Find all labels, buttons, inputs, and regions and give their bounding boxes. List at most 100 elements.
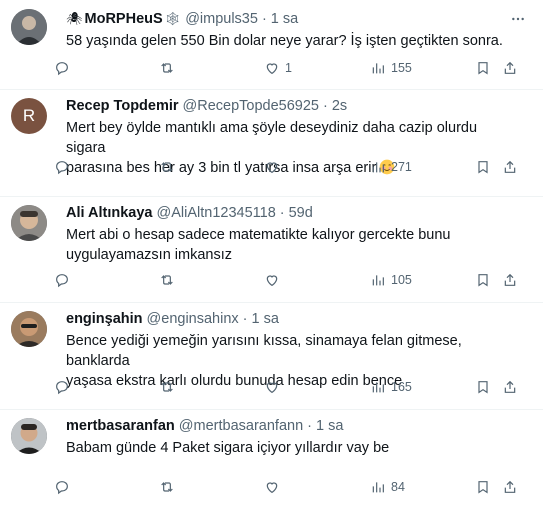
heart-icon	[266, 275, 278, 287]
avatar[interactable]	[11, 205, 47, 241]
like-button[interactable]	[264, 272, 285, 288]
bookmark-button[interactable]	[475, 379, 491, 395]
views-button[interactable]: 165	[370, 379, 412, 395]
bookmark-icon	[478, 381, 488, 394]
avatar[interactable]	[11, 418, 47, 454]
retweet-icon	[161, 275, 173, 285]
like-button[interactable]	[264, 479, 285, 495]
share-button[interactable]	[502, 60, 518, 76]
share-icon	[504, 160, 516, 173]
bookmark-button[interactable]	[475, 60, 491, 76]
like-button[interactable]: 1	[264, 60, 292, 76]
tweet[interactable]: Ali Altınkaya @AliAltn12345118 · 59d Mer…	[0, 197, 543, 303]
display-name[interactable]: Recep Topdemir	[66, 98, 179, 114]
action-bar: 165	[54, 376, 533, 398]
action-bar: 271	[54, 156, 533, 178]
avatar-photo	[11, 205, 47, 241]
timestamp[interactable]: 1 sa	[316, 418, 343, 434]
reply-button[interactable]	[54, 272, 75, 288]
more-options-button[interactable]	[507, 10, 529, 28]
tweet[interactable]: 🕷 MoRPHeuS 🕸 @impuls35 · 1 sa 58 yaşında…	[0, 0, 543, 90]
user-handle[interactable]: @mertbasaranfann	[179, 418, 303, 434]
tweet[interactable]: enginşahin @enginsahinx · 1 sa Bence yed…	[0, 303, 543, 410]
action-bar: 1 155	[54, 57, 533, 79]
tweet-header: 🕷 MoRPHeuS 🕸 @impuls35 · 1 sa	[66, 9, 529, 29]
spider-icon: 🕷	[66, 11, 83, 26]
heart-icon	[266, 482, 278, 494]
reply-button[interactable]	[54, 479, 75, 495]
display-name[interactable]: MoRPHeuS	[85, 11, 163, 27]
user-handle[interactable]: @impuls35	[185, 11, 258, 27]
timestamp[interactable]: 1 sa	[271, 11, 298, 27]
share-button[interactable]	[502, 479, 518, 495]
bookmark-button[interactable]	[475, 159, 491, 175]
retweet-icon	[161, 482, 173, 492]
retweet-icon	[161, 63, 173, 73]
views-button[interactable]: 155	[370, 60, 412, 76]
share-button[interactable]	[502, 159, 518, 175]
reply-button[interactable]	[54, 159, 75, 175]
avatar[interactable]	[11, 9, 47, 45]
action-bar: 105	[54, 269, 533, 291]
reply-icon	[56, 381, 68, 395]
timestamp[interactable]: 2s	[332, 98, 347, 114]
retweet-icon	[161, 162, 173, 172]
retweet-button[interactable]	[159, 479, 180, 495]
avatar-photo	[11, 311, 47, 347]
heart-icon	[266, 63, 278, 75]
bookmark-icon	[478, 62, 488, 75]
view-count: 105	[391, 273, 412, 287]
share-icon	[504, 273, 516, 286]
bookmark-button[interactable]	[475, 272, 491, 288]
view-count: 84	[391, 480, 405, 494]
avatar-letter: R	[22, 106, 36, 125]
views-button[interactable]: 271	[370, 159, 412, 175]
user-handle[interactable]: @RecepTopde56925	[183, 98, 319, 114]
avatar[interactable]	[11, 311, 47, 347]
views-icon	[372, 382, 384, 393]
like-button[interactable]	[264, 379, 285, 395]
views-icon	[372, 482, 384, 493]
share-icon	[504, 61, 516, 74]
share-icon	[504, 480, 516, 493]
user-handle[interactable]: @AliAltn12345118	[157, 205, 276, 221]
reply-feed: 🕷 MoRPHeuS 🕸 @impuls35 · 1 sa 58 yaşında…	[0, 0, 543, 507]
tweet-text: 58 yaşında gelen 550 Bin dolar neye yara…	[66, 33, 503, 49]
retweet-button[interactable]	[159, 272, 180, 288]
tweet[interactable]: R Recep Topdemir @RecepTopde56925 · 2s M…	[0, 90, 543, 197]
views-button[interactable]: 84	[370, 479, 405, 495]
display-name[interactable]: enginşahin	[66, 311, 143, 327]
separator-dot: ·	[323, 98, 328, 114]
timestamp[interactable]: 1 sa	[252, 311, 279, 327]
views-icon	[372, 162, 384, 173]
view-count: 155	[391, 61, 412, 75]
heart-icon	[266, 382, 278, 394]
display-name[interactable]: Ali Altınkaya	[66, 205, 153, 221]
share-button[interactable]	[502, 272, 518, 288]
reply-button[interactable]	[54, 379, 75, 395]
separator-dot: ·	[242, 311, 248, 327]
retweet-button[interactable]	[159, 60, 180, 76]
timestamp[interactable]: 59d	[289, 205, 313, 221]
bookmark-button[interactable]	[475, 479, 491, 495]
retweet-button[interactable]	[159, 159, 180, 175]
like-button[interactable]	[264, 159, 285, 175]
spiderweb-icon: 🕸	[164, 11, 182, 26]
tweet-header: enginşahin @enginsahinx · 1 sa	[66, 309, 529, 329]
avatar[interactable]: R	[11, 98, 47, 134]
tweet[interactable]: mertbasaranfan @mertbasaranfann · 1 sa B…	[0, 410, 543, 507]
bookmark-icon	[478, 481, 488, 494]
user-handle[interactable]: @enginsahinx	[147, 311, 239, 327]
views-button[interactable]: 105	[370, 272, 412, 288]
like-count: 1	[285, 61, 292, 75]
display-name[interactable]: mertbasaranfan	[66, 418, 175, 434]
reply-button[interactable]	[54, 60, 75, 76]
tweet-text: Babam günde 4 Paket sigara içiyor yıllar…	[66, 440, 390, 456]
tweet-header: Recep Topdemir @RecepTopde56925 · 2s	[66, 96, 529, 116]
retweet-button[interactable]	[159, 379, 180, 395]
retweet-icon	[161, 382, 173, 392]
reply-icon	[56, 161, 68, 175]
separator-dot: ·	[307, 418, 312, 434]
tweet-text: Mert abi o hesap sadece matematikte kalı…	[66, 227, 451, 263]
share-button[interactable]	[502, 379, 518, 395]
